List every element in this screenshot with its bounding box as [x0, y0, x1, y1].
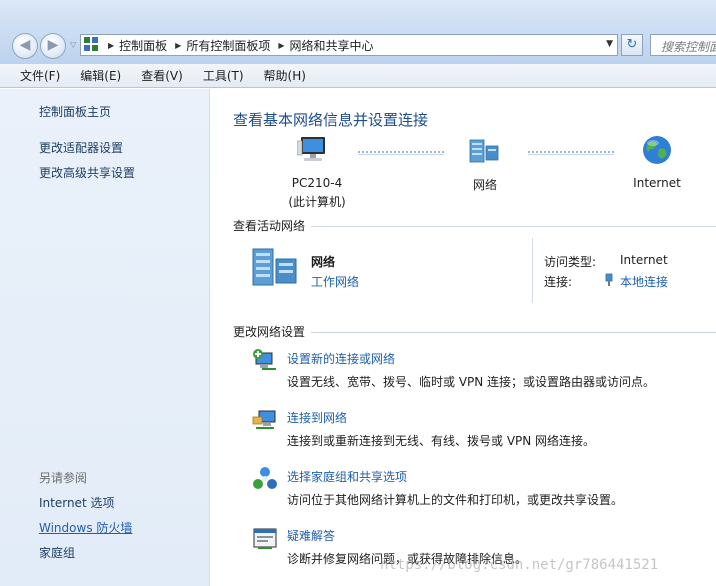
watermark-text: https://blog.csdn.net/gr786441521 [380, 557, 659, 573]
menu-file[interactable]: 文件(F) [20, 67, 60, 84]
task-desc: 访问位于其他网络计算机上的文件和打印机，或更改共享设置。 [287, 493, 624, 507]
active-networks-heading: 查看活动网络 [233, 219, 306, 233]
task-title-troubleshoot[interactable]: 疑难解答 [287, 527, 335, 544]
control-panel-icon [84, 37, 100, 53]
left-navigation-pane: 控制面板主页 更改适配器设置 更改高级共享设置 另请参阅 Internet 选项… [0, 89, 210, 586]
menu-tools[interactable]: 工具(T) [203, 67, 244, 84]
history-dropdown-icon[interactable]: ▽ [70, 40, 76, 49]
homegroup-icon [253, 467, 277, 489]
network-label: 网络 [472, 178, 497, 192]
change-settings-heading: 更改网络设置 [233, 325, 306, 339]
sidebar-link-internet-options[interactable]: Internet 选项 [39, 494, 114, 511]
menu-help[interactable]: 帮助(H) [264, 67, 306, 84]
sidebar-link-firewall[interactable]: Windows 防火墙 [39, 519, 132, 536]
internet-globe-icon[interactable] [642, 135, 672, 165]
back-arrow-icon: ◀ [19, 37, 31, 53]
search-input[interactable]: 搜索控制面板 [650, 34, 716, 56]
new-connection-icon [253, 349, 276, 370]
computer-icon[interactable] [297, 135, 331, 165]
see-also-heading: 另请参阅 [39, 471, 88, 485]
menu-edit[interactable]: 编辑(E) [80, 67, 121, 84]
breadcrumb-separator-icon[interactable]: ▶ [278, 41, 284, 50]
access-type-label: 访问类型: [544, 255, 597, 269]
access-type-value: Internet [620, 253, 668, 267]
breadcrumb-all-items[interactable]: 所有控制面板项 [186, 37, 270, 54]
menu-bar: 文件(F) 编辑(E) 查看(V) 工具(T) 帮助(H) [0, 64, 716, 88]
address-bar-area: ◀ ▶ ▽ ▶ 控制面板 ▶ 所有控制面板项 ▶ 网络和共享中心 ▼ ↻ 搜索控… [0, 0, 716, 64]
connect-network-icon [252, 410, 276, 429]
computer-sub-label: (此计算机) [288, 195, 346, 209]
address-input[interactable]: ▶ 控制面板 ▶ 所有控制面板项 ▶ 网络和共享中心 ▼ [80, 34, 618, 56]
network-type-link[interactable]: 工作网络 [311, 273, 359, 290]
sidebar-link-homegroup[interactable]: 家庭组 [39, 544, 75, 561]
refresh-icon: ↻ [626, 37, 638, 52]
task-title-new-connection[interactable]: 设置新的连接或网络 [287, 350, 395, 367]
task-desc: 连接到或重新连接到无线、有线、拨号或 VPN 网络连接。 [287, 434, 596, 448]
ethernet-icon [605, 273, 613, 286]
network-icon[interactable] [469, 137, 501, 165]
menu-view[interactable]: 查看(V) [141, 67, 183, 84]
page-title: 查看基本网络信息并设置连接 [233, 111, 429, 129]
divider [311, 332, 716, 333]
internet-label: Internet [633, 176, 681, 190]
active-network-icon [252, 248, 297, 286]
back-button[interactable]: ◀ [12, 33, 38, 59]
map-connector-line [358, 151, 444, 155]
main-content: 查看基本网络信息并设置连接 PC210-4 (此计算机) 网络 Internet… [211, 89, 716, 586]
task-desc: 设置无线、宽带、拨号、临时或 VPN 连接；或设置路由器或访问点。 [287, 375, 656, 389]
active-network-name: 网络 [311, 255, 336, 269]
address-dropdown-icon[interactable]: ▼ [606, 39, 613, 49]
troubleshoot-icon [253, 528, 277, 549]
local-connection-link[interactable]: 本地连接 [620, 273, 668, 290]
divider [311, 226, 716, 227]
breadcrumb-control-panel[interactable]: 控制面板 [119, 37, 167, 54]
breadcrumb-network-center[interactable]: 网络和共享中心 [290, 37, 374, 54]
refresh-button[interactable]: ↻ [621, 34, 643, 56]
connection-label: 连接: [544, 275, 573, 289]
forward-arrow-icon: ▶ [47, 37, 59, 53]
task-title-homegroup[interactable]: 选择家庭组和共享选项 [287, 468, 407, 485]
map-connector-line-2 [528, 151, 614, 155]
breadcrumb-separator-icon[interactable]: ▶ [175, 41, 181, 50]
computer-name: PC210-4 [291, 176, 343, 190]
sidebar-link-advanced-sharing[interactable]: 更改高级共享设置 [39, 164, 135, 181]
sidebar-link-adapter-settings[interactable]: 更改适配器设置 [39, 139, 123, 156]
breadcrumb-separator-icon[interactable]: ▶ [108, 41, 114, 50]
sidebar-home-link[interactable]: 控制面板主页 [39, 103, 111, 120]
vertical-divider [532, 238, 533, 303]
task-title-connect-network[interactable]: 连接到网络 [287, 409, 347, 426]
forward-button[interactable]: ▶ [40, 33, 66, 59]
